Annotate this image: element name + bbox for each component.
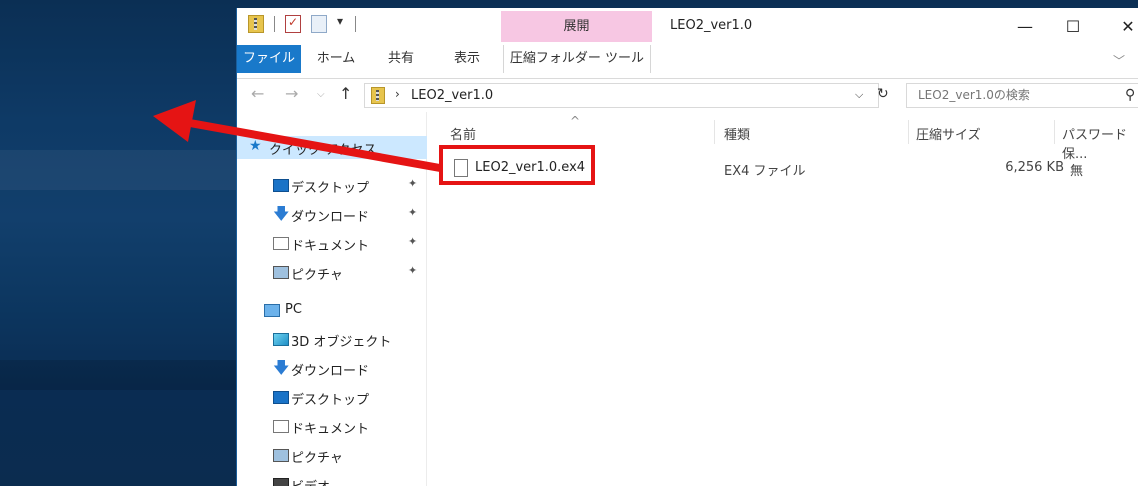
nav-item-pc-videos[interactable]: ビデオ <box>237 470 427 486</box>
nav-item-desktop[interactable]: デスクトップ ✦ <box>237 171 427 200</box>
tab-view[interactable]: 表示 <box>444 45 490 73</box>
nav-item-documents[interactable]: ドキュメント ✦ <box>237 229 427 258</box>
desktop-icon <box>273 179 289 192</box>
navigation-pane: ★ クイック アクセス デスクトップ ✦ 🡇 ダウンロード ✦ ドキュメント ✦… <box>237 112 427 486</box>
new-folder-icon[interactable] <box>311 15 327 33</box>
pin-icon[interactable]: ✦ <box>408 206 417 219</box>
column-header-compressed-size[interactable]: 圧縮サイズ <box>916 124 981 143</box>
search-icon[interactable]: ⚲ <box>1125 87 1135 103</box>
column-header-type[interactable]: 種類 <box>724 124 750 143</box>
column-divider[interactable] <box>908 120 909 144</box>
close-button[interactable]: ✕ <box>1105 14 1138 40</box>
nav-label: ビデオ <box>291 476 330 486</box>
tab-file[interactable]: ファイル <box>237 45 301 73</box>
file-password: 無 <box>1070 164 1084 179</box>
nav-item-pictures[interactable]: ピクチャ ✦ <box>237 258 427 287</box>
nav-quick-access[interactable]: ★ クイック アクセス <box>237 136 427 159</box>
sort-ascending-icon: ^ <box>570 114 581 128</box>
nav-label: PC <box>285 302 302 317</box>
refresh-button[interactable]: ↻ <box>877 86 889 102</box>
nav-label: ピクチャ <box>291 451 343 466</box>
file-size: 6,256 KB <box>1005 160 1064 175</box>
nav-item-pc-downloads[interactable]: 🡇 ダウンロード <box>237 354 427 383</box>
breadcrumb-chevron-icon[interactable]: › <box>395 87 400 101</box>
nav-item-3d-objects[interactable]: 3D オブジェクト <box>237 325 427 354</box>
column-header-name[interactable]: 名前 <box>450 124 476 143</box>
up-button[interactable]: ↑ <box>339 84 352 103</box>
maximize-button[interactable]: ☐ <box>1050 14 1096 40</box>
expand-ribbon-icon[interactable]: ﹀ <box>1113 52 1125 69</box>
3d-objects-icon <box>273 333 289 346</box>
nav-label: ドキュメント <box>291 239 370 254</box>
nav-label: ピクチャ <box>291 268 343 283</box>
search-input[interactable] <box>918 88 1118 102</box>
nav-label: ドキュメント <box>291 422 370 437</box>
pin-icon[interactable]: ✦ <box>408 235 417 248</box>
back-button[interactable]: ← <box>251 84 264 103</box>
highlight-annotation-box <box>439 145 595 185</box>
extract-contextual-header: 展開 <box>501 11 652 42</box>
navigation-row: ← → ⌵ ↑ › LEO2_ver1.0 ⌵ ↻ ⚲ <box>237 80 1138 112</box>
pictures-icon <box>273 266 289 279</box>
star-icon: ★ <box>249 138 262 154</box>
search-box[interactable]: ⚲ <box>906 83 1138 108</box>
window-title: LEO2_ver1.0 <box>670 18 753 33</box>
toolbar-separator <box>355 16 356 32</box>
documents-icon <box>273 420 289 433</box>
videos-icon <box>273 478 289 486</box>
properties-icon[interactable] <box>285 15 301 33</box>
pin-icon[interactable]: ✦ <box>408 264 417 277</box>
wallpaper-streak <box>0 360 240 390</box>
download-icon: 🡇 <box>273 358 290 377</box>
address-bar[interactable]: › LEO2_ver1.0 ⌵ <box>364 83 879 108</box>
address-history-dropdown[interactable]: ⌵ <box>855 88 863 102</box>
file-type: EX4 ファイル <box>724 164 806 179</box>
nav-item-pc-pictures[interactable]: ピクチャ <box>237 441 427 470</box>
title-bar[interactable]: ▾ 展開 LEO2_ver1.0 — ☐ ✕ <box>237 8 1138 45</box>
pin-icon[interactable]: ✦ <box>408 177 417 190</box>
column-divider[interactable] <box>714 120 715 144</box>
nav-label: デスクトップ <box>291 393 370 408</box>
zip-folder-icon <box>248 15 264 33</box>
nav-item-pc-documents[interactable]: ドキュメント <box>237 412 427 441</box>
breadcrumb-path[interactable]: LEO2_ver1.0 <box>411 88 493 103</box>
pc-icon <box>264 304 280 317</box>
tab-compressed-folder-tools[interactable]: 圧縮フォルダー ツール <box>503 45 651 73</box>
recent-locations-dropdown[interactable]: ⌵ <box>317 89 325 100</box>
ribbon-tabs: ファイル ホーム 共有 表示 圧縮フォルダー ツール ﹀ <box>237 45 1138 79</box>
file-explorer-window: ▾ 展開 LEO2_ver1.0 — ☐ ✕ ファイル ホーム 共有 表示 圧縮… <box>236 8 1138 486</box>
zip-folder-icon <box>371 87 385 104</box>
desktop-icon <box>273 391 289 404</box>
tab-share[interactable]: 共有 <box>378 45 424 73</box>
customize-quick-access-dropdown[interactable]: ▾ <box>337 14 343 28</box>
nav-item-pc-desktop[interactable]: デスクトップ <box>237 383 427 412</box>
nav-label: ダウンロード <box>291 364 370 379</box>
nav-label: 3D オブジェクト <box>291 335 392 350</box>
column-divider[interactable] <box>1054 120 1055 144</box>
pictures-icon <box>273 449 289 462</box>
wallpaper-streak <box>0 150 240 190</box>
toolbar-separator <box>274 16 275 32</box>
nav-label: ダウンロード <box>291 210 370 225</box>
nav-item-pc[interactable]: PC <box>237 296 427 325</box>
nav-label: デスクトップ <box>291 181 370 196</box>
tab-home[interactable]: ホーム <box>313 45 359 73</box>
documents-icon <box>273 237 289 250</box>
minimize-button[interactable]: — <box>1002 14 1048 40</box>
nav-item-downloads[interactable]: 🡇 ダウンロード ✦ <box>237 200 427 229</box>
nav-label: クイック アクセス <box>269 143 377 158</box>
forward-button[interactable]: → <box>285 84 298 103</box>
download-icon: 🡇 <box>273 204 290 223</box>
